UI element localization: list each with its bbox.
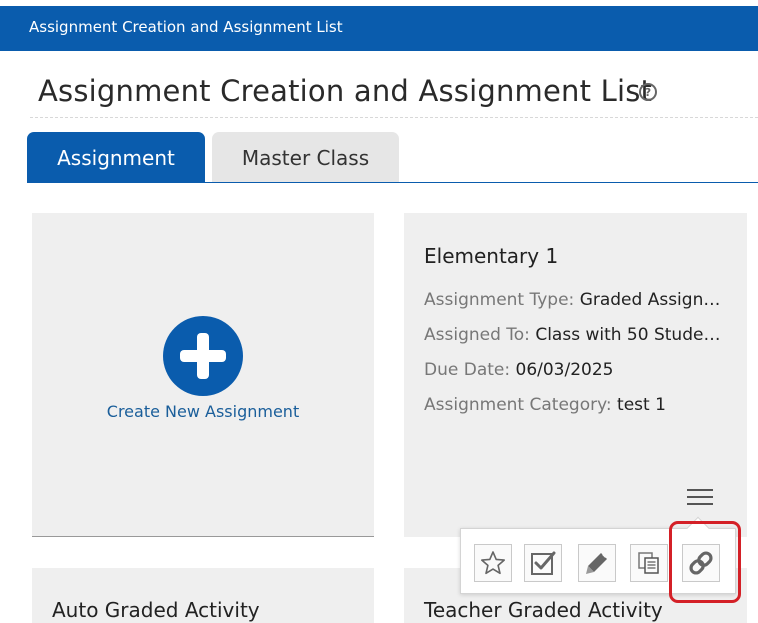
field-assignment-category: Assignment Category: test 1 bbox=[424, 395, 727, 415]
favorite-button[interactable] bbox=[474, 544, 512, 582]
card-title: Auto Graded Activity bbox=[52, 598, 260, 622]
copy-button[interactable] bbox=[630, 544, 668, 582]
field-assigned-to: Assigned To: Class with 50 Student... bbox=[424, 325, 727, 345]
field-value: Class with 50 Student... bbox=[535, 325, 727, 345]
field-value: Graded Assignm... bbox=[579, 290, 727, 310]
field-value: 06/03/2025 bbox=[515, 360, 614, 380]
link-button-highlight bbox=[669, 521, 741, 603]
plus-circle-icon[interactable] bbox=[163, 316, 243, 396]
help-icon[interactable]: ? bbox=[639, 83, 657, 101]
field-label: Assignment Type: bbox=[424, 290, 575, 310]
title-divider bbox=[30, 117, 758, 118]
card-title: Teacher Graded Activity bbox=[424, 598, 663, 622]
top-bar: Assignment Creation and Assignment List bbox=[0, 6, 758, 51]
create-assignment-card[interactable]: Create New Assignment bbox=[32, 213, 374, 537]
create-new-assignment-link[interactable]: Create New Assignment bbox=[32, 402, 374, 421]
edit-button[interactable] bbox=[578, 544, 616, 582]
field-label: Due Date: bbox=[424, 360, 511, 380]
assignment-card: Elementary 1 Assignment Type: Graded Ass… bbox=[404, 213, 747, 537]
assignment-card-title: Elementary 1 bbox=[424, 244, 559, 268]
field-label: Assigned To: bbox=[424, 325, 530, 345]
tab-underline bbox=[27, 182, 758, 183]
pencil-icon bbox=[586, 553, 607, 574]
tab-master-class[interactable]: Master Class bbox=[212, 132, 399, 183]
star-icon bbox=[480, 551, 506, 575]
top-bar-title: Assignment Creation and Assignment List bbox=[29, 18, 343, 36]
copy-icon bbox=[638, 552, 659, 574]
field-label: Assignment Category: bbox=[424, 395, 612, 415]
field-assignment-type: Assignment Type: Graded Assignm... bbox=[424, 290, 727, 310]
grade-button[interactable] bbox=[524, 544, 562, 582]
field-value: test 1 bbox=[617, 395, 666, 415]
auto-graded-activity-card[interactable]: Auto Graded Activity bbox=[32, 568, 374, 623]
hamburger-menu-icon[interactable] bbox=[687, 489, 713, 507]
page-title: Assignment Creation and Assignment List bbox=[38, 74, 653, 108]
checkbox-check-icon bbox=[531, 551, 556, 575]
tab-assignment[interactable]: Assignment bbox=[27, 132, 205, 183]
field-due-date: Due Date: 06/03/2025 bbox=[424, 360, 727, 380]
